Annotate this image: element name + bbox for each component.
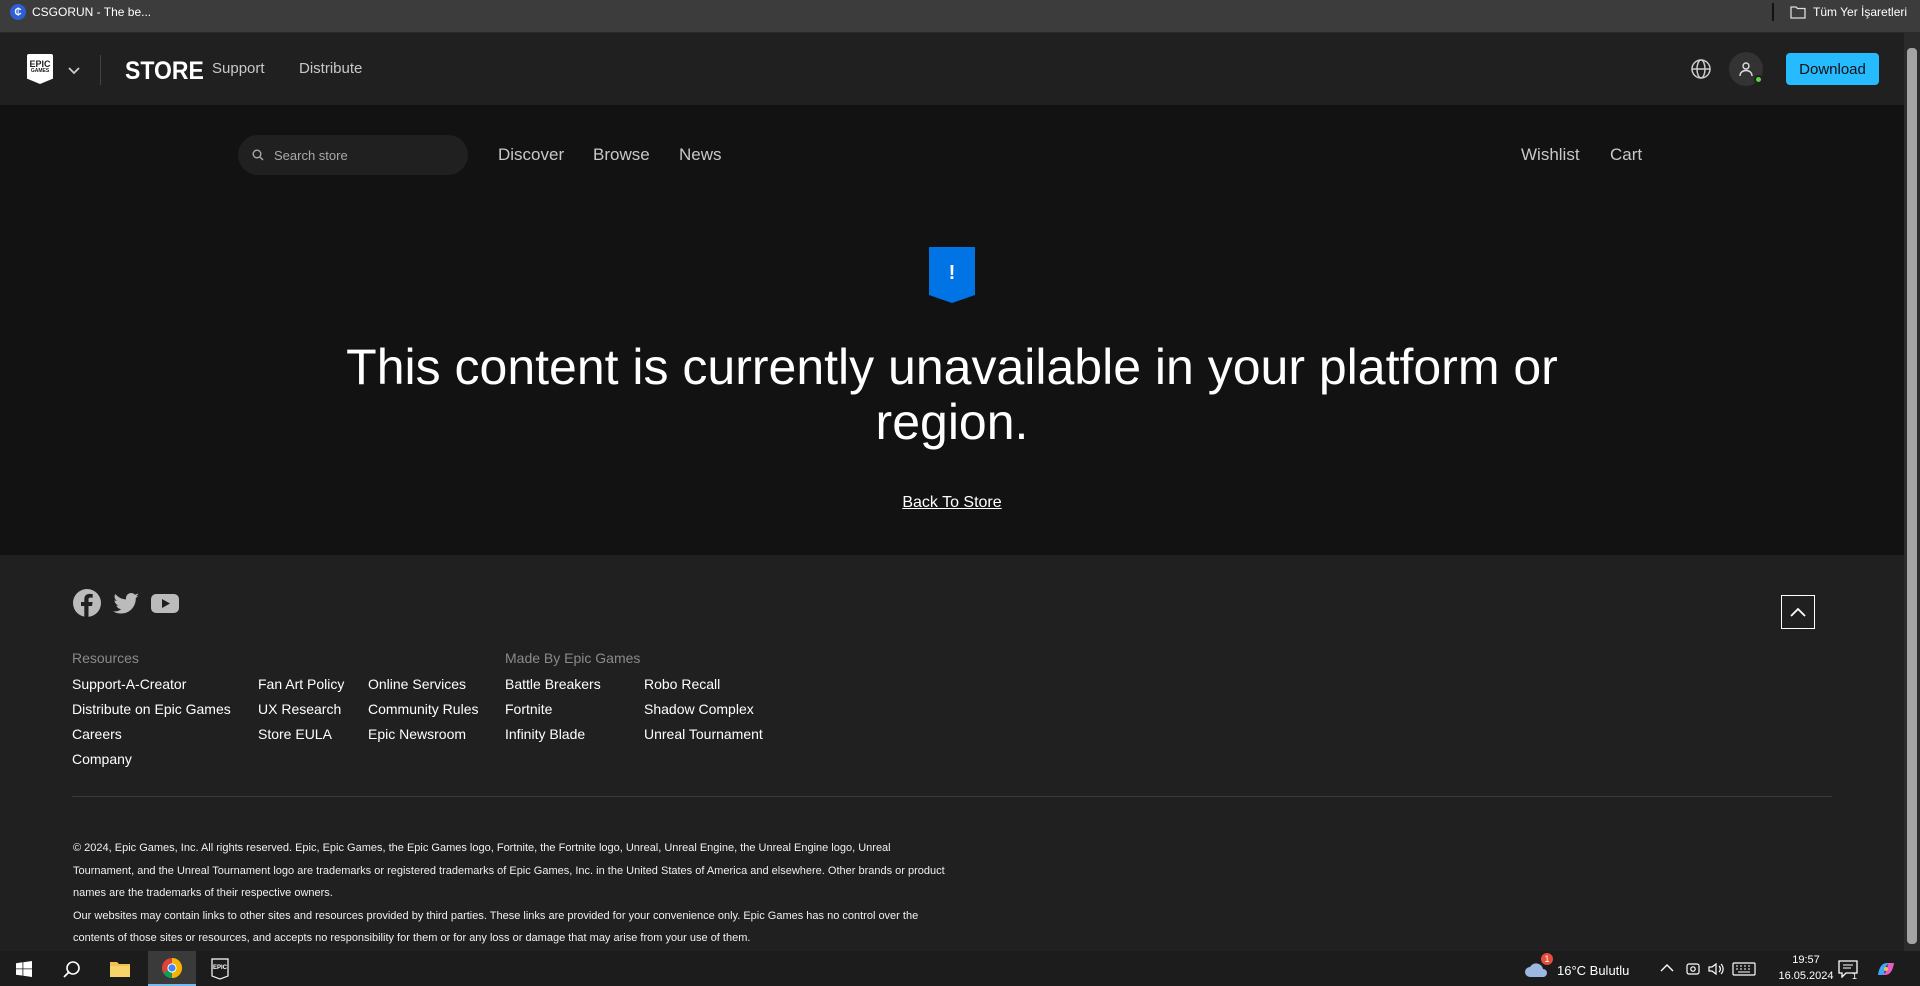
twitter-icon[interactable] <box>111 588 141 618</box>
windows-icon <box>16 960 32 977</box>
header-divider <box>100 55 101 85</box>
folder-icon <box>110 961 130 977</box>
footer-link[interactable]: Store EULA <box>258 726 332 742</box>
footer-link[interactable]: Distribute on Epic Games <box>72 701 231 717</box>
legal-text: © 2024, Epic Games, Inc. All rights rese… <box>73 837 953 950</box>
bookmarks-separator <box>1772 3 1774 21</box>
notification-count: 1 <box>1852 971 1858 981</box>
search-box[interactable] <box>238 135 468 175</box>
chrome-taskbar-button[interactable] <box>148 951 196 986</box>
footer-link[interactable]: Company <box>72 751 132 767</box>
subnav-wishlist[interactable]: Wishlist <box>1521 145 1580 165</box>
globe-icon[interactable] <box>1690 58 1712 80</box>
footer-link[interactable]: Epic Newsroom <box>368 726 466 742</box>
weather-alert-badge: 1 <box>1541 953 1553 965</box>
file-explorer-button[interactable] <box>96 951 144 986</box>
back-to-top-button[interactable] <box>1781 595 1815 629</box>
logo-text-bottom: GAMES <box>30 68 50 74</box>
clock-time[interactable]: 19:57 <box>1780 954 1832 966</box>
all-bookmarks-label: Tüm Yer İşaretleri <box>1813 5 1908 19</box>
facebook-icon[interactable] <box>72 588 102 618</box>
footer-link[interactable]: Infinity Blade <box>505 726 585 742</box>
footer-link[interactable]: UX Research <box>258 701 341 717</box>
bookmark-label: CSGORUN - The be... <box>32 5 152 19</box>
windows-taskbar: EPIC 1 16°C Bulutlu 19:57 16.05.2024 1 <box>0 951 1920 986</box>
epic-games-logo[interactable]: EPIC GAMES <box>27 54 53 84</box>
warning-glyph: ! <box>949 262 956 284</box>
back-to-store-link[interactable]: Back To Store <box>900 494 1004 512</box>
chevron-down-icon[interactable] <box>67 63 81 77</box>
copilot-icon[interactable] <box>1875 959 1897 979</box>
search-icon <box>63 960 80 978</box>
subnav-news[interactable]: News <box>679 145 722 165</box>
made-by-epic-heading: Made By Epic Games <box>505 650 641 666</box>
subnav-discover[interactable]: Discover <box>498 145 564 165</box>
epic-games-icon: EPIC <box>211 957 229 980</box>
footer-link[interactable]: Robo Recall <box>644 676 720 692</box>
search-taskbar-button[interactable] <box>48 951 96 986</box>
footer: Resources Support-A-Creator Distribute o… <box>0 555 1904 951</box>
csgorun-favicon-icon: ₵ <box>10 4 26 20</box>
legal-copyright: © 2024, Epic Games, Inc. All rights rese… <box>73 842 945 899</box>
start-button[interactable] <box>0 951 48 986</box>
search-input[interactable] <box>274 147 434 163</box>
epic-header: EPIC GAMES STORE Support Distribute Down… <box>0 33 1904 105</box>
download-button[interactable]: Download <box>1786 53 1879 85</box>
nav-distribute-link[interactable]: Distribute <box>299 60 362 77</box>
online-status-dot <box>1754 75 1763 84</box>
all-bookmarks-folder[interactable]: Tüm Yer İşaretleri <box>1790 3 1907 21</box>
chrome-icon <box>162 957 183 978</box>
footer-link[interactable]: Careers <box>72 726 122 742</box>
youtube-icon[interactable] <box>150 588 180 618</box>
epic-launcher-button[interactable]: EPIC <box>196 951 244 986</box>
bookmarks-bar: ₵ CSGORUN - The be... Tüm Yer İşaretleri <box>0 0 1920 33</box>
user-icon <box>1739 62 1753 77</box>
search-icon <box>252 149 264 161</box>
warning-shield-icon: ! <box>929 247 975 303</box>
legal-third-party: Our websites may contain links to other … <box>73 909 919 945</box>
logo-text-top: EPIC <box>29 59 51 69</box>
subnav-cart[interactable]: Cart <box>1610 145 1642 165</box>
footer-link[interactable]: Online Services <box>368 676 466 692</box>
volume-icon[interactable] <box>1707 961 1725 977</box>
store-label[interactable]: STORE <box>125 56 204 86</box>
folder-icon <box>1790 6 1806 19</box>
scrollbar-thumb[interactable] <box>1907 48 1917 944</box>
weather-text[interactable]: 16°C Bulutlu <box>1557 963 1629 978</box>
svg-text:EPIC: EPIC <box>213 965 228 971</box>
footer-link[interactable]: Support-A-Creator <box>72 676 186 692</box>
meet-now-icon[interactable] <box>1685 961 1701 977</box>
footer-divider <box>72 796 1832 797</box>
error-title: This content is currently unavailable in… <box>346 339 1558 450</box>
nav-support-link[interactable]: Support <box>212 60 265 77</box>
resources-heading: Resources <box>72 650 139 666</box>
footer-link[interactable]: Unreal Tournament <box>644 726 763 742</box>
keyboard-icon[interactable] <box>1732 962 1756 976</box>
footer-link[interactable]: Fan Art Policy <box>258 676 344 692</box>
bookmark-csgorun[interactable]: ₵ CSGORUN - The be... <box>10 4 151 20</box>
chevron-up-icon <box>1790 607 1806 617</box>
footer-link[interactable]: Shadow Complex <box>644 701 754 717</box>
footer-link[interactable]: Community Rules <box>368 701 478 717</box>
chevron-up-icon[interactable] <box>1660 963 1674 973</box>
footer-link[interactable]: Battle Breakers <box>505 676 601 692</box>
subnav-browse[interactable]: Browse <box>593 145 650 165</box>
footer-link[interactable]: Fortnite <box>505 701 552 717</box>
clock-date[interactable]: 16.05.2024 <box>1767 970 1845 982</box>
